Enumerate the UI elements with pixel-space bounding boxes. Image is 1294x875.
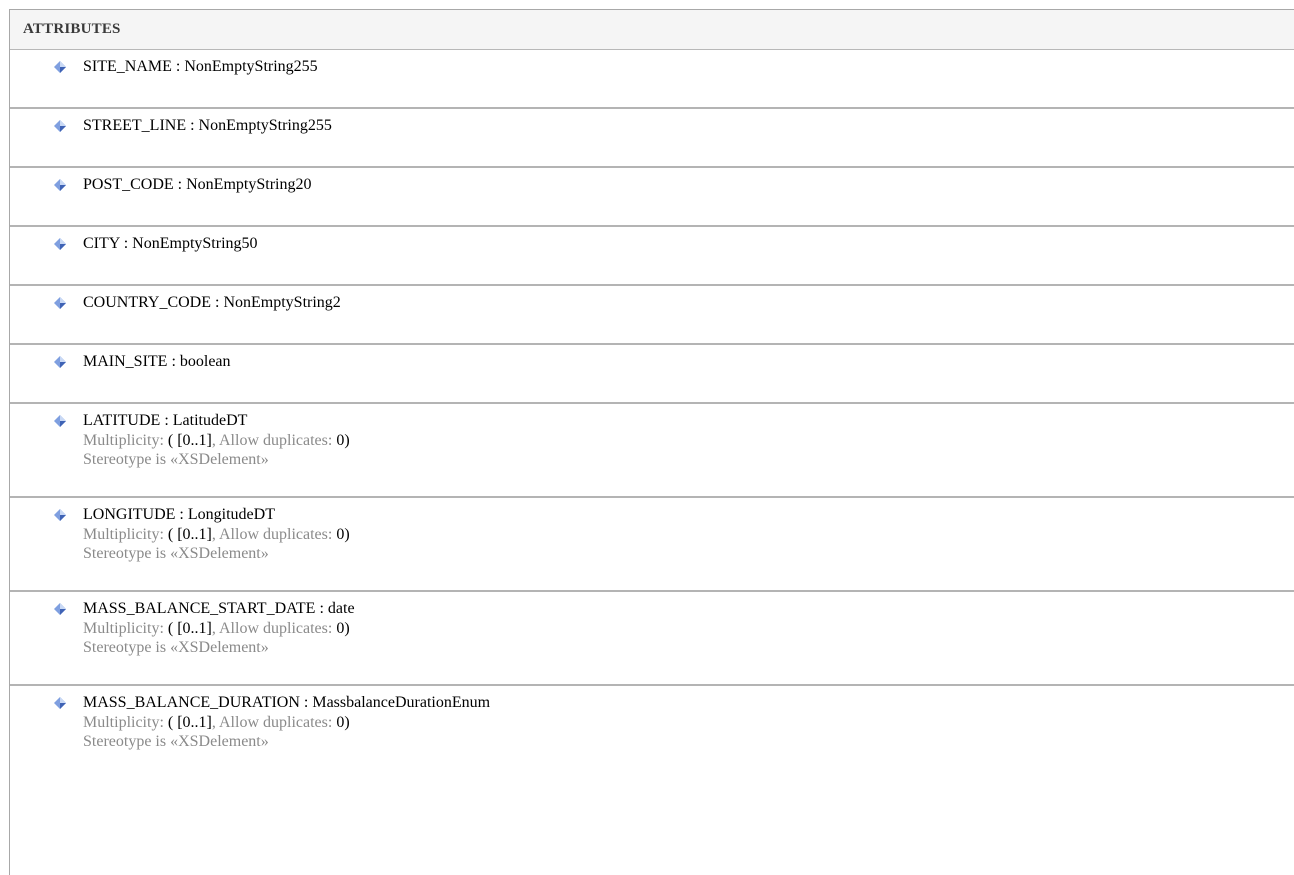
- multiplicity-value: [0..1]: [177, 526, 212, 543]
- attribute-name: SITE_NAME : NonEmptyString255: [83, 58, 318, 75]
- attribute-row: COUNTRY_CODE : NonEmptyString2: [10, 286, 1294, 345]
- multiplicity-open: (: [167, 526, 174, 543]
- attribute-name: CITY : NonEmptyString50: [83, 235, 258, 252]
- multiplicity-label: Multiplicity:: [83, 714, 164, 731]
- multiplicity-open: (: [167, 432, 174, 449]
- attribute-diamond-icon: [54, 603, 66, 615]
- multiplicity-line: Multiplicity: ( [0..1], Allow duplicates…: [83, 525, 1294, 544]
- attribute-diamond-icon: [54, 61, 66, 73]
- multiplicity-value: [0..1]: [177, 432, 212, 449]
- attribute-row: POST_CODE : NonEmptyString20: [10, 168, 1294, 227]
- attribute-diamond-icon: [54, 356, 66, 368]
- multiplicity-label: Multiplicity:: [83, 526, 164, 543]
- multiplicity-line: Multiplicity: ( [0..1], Allow duplicates…: [83, 619, 1294, 638]
- attribute-diamond-icon: [54, 509, 66, 521]
- allow-duplicates-value: 0): [336, 432, 350, 449]
- allow-duplicates-value: 0): [336, 620, 350, 637]
- attributes-header: ATTRIBUTES: [10, 10, 1294, 50]
- attribute-row: CITY : NonEmptyString50: [10, 227, 1294, 286]
- stereotype-line: Stereotype is «XSDelement»: [83, 545, 269, 562]
- allow-duplicates-label: , Allow duplicates:: [211, 714, 333, 731]
- attribute-row: MASS_BALANCE_DURATION : MassbalanceDurat…: [10, 686, 1294, 806]
- attribute-diamond-icon: [54, 238, 66, 250]
- multiplicity-open: (: [167, 714, 174, 731]
- stereotype-line: Stereotype is «XSDelement»: [83, 639, 269, 656]
- attribute-row: MASS_BALANCE_START_DATE : date Multiplic…: [10, 592, 1294, 686]
- stereotype-line: Stereotype is «XSDelement»: [83, 733, 269, 750]
- multiplicity-line: Multiplicity: ( [0..1], Allow duplicates…: [83, 713, 1294, 732]
- allow-duplicates-label: , Allow duplicates:: [211, 620, 333, 637]
- attribute-name: LATITUDE : LatitudeDT: [83, 412, 248, 429]
- attribute-diamond-icon: [54, 297, 66, 309]
- attribute-diamond-icon: [54, 697, 66, 709]
- attribute-name: STREET_LINE : NonEmptyString255: [83, 117, 332, 134]
- multiplicity-label: Multiplicity:: [83, 620, 164, 637]
- attribute-diamond-icon: [54, 415, 66, 427]
- attribute-diamond-icon: [54, 179, 66, 191]
- attribute-row: MAIN_SITE : boolean: [10, 345, 1294, 404]
- attribute-row: LONGITUDE : LongitudeDT Multiplicity: ( …: [10, 498, 1294, 592]
- multiplicity-open: (: [167, 620, 174, 637]
- allow-duplicates-label: , Allow duplicates:: [211, 432, 333, 449]
- attributes-panel: ATTRIBUTES SITE_NAME : NonEmptyString255…: [9, 9, 1294, 875]
- multiplicity-line: Multiplicity: ( [0..1], Allow duplicates…: [83, 431, 1294, 450]
- attribute-row: STREET_LINE : NonEmptyString255: [10, 109, 1294, 168]
- attribute-name: MAIN_SITE : boolean: [83, 353, 231, 370]
- multiplicity-value: [0..1]: [177, 620, 212, 637]
- attribute-name: POST_CODE : NonEmptyString20: [83, 176, 312, 193]
- attribute-name: LONGITUDE : LongitudeDT: [83, 506, 275, 523]
- attribute-row: SITE_NAME : NonEmptyString255: [10, 50, 1294, 109]
- multiplicity-label: Multiplicity:: [83, 432, 164, 449]
- stereotype-line: Stereotype is «XSDelement»: [83, 451, 269, 468]
- allow-duplicates-label: , Allow duplicates:: [211, 526, 333, 543]
- allow-duplicates-value: 0): [336, 526, 350, 543]
- attribute-name: MASS_BALANCE_START_DATE : date: [83, 600, 355, 617]
- attribute-row: LATITUDE : LatitudeDT Multiplicity: ( [0…: [10, 404, 1294, 498]
- allow-duplicates-value: 0): [336, 714, 350, 731]
- attribute-diamond-icon: [54, 120, 66, 132]
- multiplicity-value: [0..1]: [177, 714, 212, 731]
- attribute-name: MASS_BALANCE_DURATION : MassbalanceDurat…: [83, 694, 491, 711]
- attribute-name: COUNTRY_CODE : NonEmptyString2: [83, 294, 341, 311]
